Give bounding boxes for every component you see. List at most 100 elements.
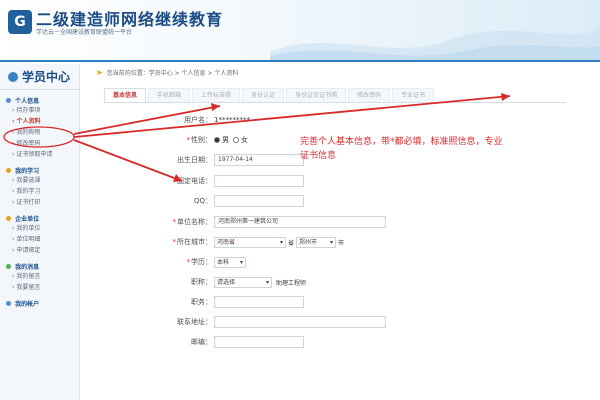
sidebar-item-label: 我的单位 <box>16 225 41 232</box>
city-label-text: 所在城市： <box>177 238 212 246</box>
section-bullet-icon <box>6 98 11 103</box>
section-bullet-icon <box>6 168 11 173</box>
qq-input[interactable] <box>214 195 304 207</box>
sidebar-item-my-company[interactable]: › 我的单位 <box>0 223 79 234</box>
title-select[interactable]: 请选择 ▾ <box>214 276 272 288</box>
user-icon <box>8 71 18 82</box>
section-bullet-icon <box>6 301 11 306</box>
sidebar-item-label: 个人资料 <box>16 118 41 125</box>
province-value: 河南省 <box>217 238 236 246</box>
sidebar-item-company-detail[interactable]: › 单位明细 <box>0 234 79 245</box>
sidebar-item-label: 证书打印 <box>16 199 41 206</box>
province-select[interactable]: 河南省 ▾ <box>214 236 286 248</box>
tab-basic-info[interactable]: 基本信息 <box>104 88 147 102</box>
row-postcode: 邮编： <box>104 333 566 351</box>
title-value: 请选择 <box>217 278 236 286</box>
row-position: 职务： <box>104 293 566 311</box>
tab-change-password[interactable]: 修改密码 <box>348 88 391 102</box>
logo: G <box>8 10 32 34</box>
address-label: 联系地址： <box>177 318 212 326</box>
gender-label: *性别： <box>186 136 213 144</box>
title-label: 职称： <box>191 278 212 286</box>
gender-female-radio[interactable]: 女 <box>233 135 248 145</box>
city-suffix: 市 <box>338 239 345 247</box>
section-bullet-icon <box>6 216 11 221</box>
tab-phone-email[interactable]: 手机邮箱 <box>148 88 191 102</box>
sidebar-item-certificate-apply[interactable]: › 证书领取申请 <box>0 149 79 160</box>
sidebar-section-personal[interactable]: 个人信息 <box>0 96 79 105</box>
sidebar-section-study[interactable]: 我的学习 <box>0 166 79 175</box>
site-subtitle: 学达云－全国建设教育联盟统一平台 <box>36 29 133 36</box>
sidebar-item-my-messages[interactable]: › 我的留言 <box>0 271 79 282</box>
sidebar-section-label: 我的帐户 <box>15 301 40 308</box>
position-input[interactable] <box>214 296 304 308</box>
birthdate-label: 出生日期： <box>177 156 212 164</box>
row-city: *所在城市： 河南省 ▾ 省 郑州市 ▾ 市 <box>104 233 566 251</box>
birthdate-input[interactable]: 1977-04-14 <box>214 154 304 166</box>
sidebar-section-label: 企业单位 <box>15 216 40 223</box>
sidebar-section-messages[interactable]: 我的消息 <box>0 262 79 271</box>
sidebar-item-label: 我的购物 <box>16 129 41 136</box>
address-input[interactable] <box>214 316 386 328</box>
row-education: *学历： 本科 ▾ <box>104 253 566 271</box>
title-extra: 助理工程师 <box>276 279 307 287</box>
site-header: G 二级建造师网络继续教育 学达云－全国建设教育联盟统一平台 <box>0 0 600 62</box>
sidebar-section-company[interactable]: 企业单位 <box>0 214 79 223</box>
sidebar-item-print-certificate[interactable]: › 证书打印 <box>0 197 79 208</box>
sidebar-item-label: 我要留言 <box>16 284 41 291</box>
phone-input[interactable] <box>214 175 304 187</box>
radio-checked-icon <box>214 137 220 143</box>
sidebar-section-label: 个人信息 <box>15 98 40 105</box>
qq-label: QQ： <box>193 197 212 205</box>
sidebar-item-leave-message[interactable]: › 我要留言 <box>0 282 79 293</box>
sidebar-item-choose-course[interactable]: › 我要选课 <box>0 175 79 186</box>
sidebar-item-bind-company[interactable]: › 申请绑定 <box>0 245 79 256</box>
postcode-input[interactable] <box>214 336 304 348</box>
city-select[interactable]: 郑州市 ▾ <box>296 236 337 248</box>
profile-tabs: 基本信息 手机邮箱 上传标准照 身份认证 身份证及证书照 修改密码 专业证书 <box>104 88 435 102</box>
gender-male-radio[interactable]: 男 <box>214 135 229 145</box>
sidebar-item-profile[interactable]: › 个人资料 <box>0 116 79 127</box>
education-label: *学历： <box>186 258 213 266</box>
company-label-text: 单位名称： <box>177 218 212 226</box>
sidebar-title-text: 学员中心 <box>22 70 71 84</box>
education-select[interactable]: 本科 ▾ <box>214 256 246 268</box>
tab-id-certificate-photo[interactable]: 身份证及证书照 <box>286 88 347 102</box>
sidebar-item-label: 单位明细 <box>16 236 41 243</box>
postcode-label: 邮编： <box>191 338 212 346</box>
section-bullet-icon <box>6 264 11 269</box>
position-label: 职务： <box>191 298 212 306</box>
row-company: *单位名称： 河南郑州第一建筑公司 <box>104 213 566 231</box>
row-title: 职称： 请选择 ▾ 助理工程师 <box>104 273 566 291</box>
row-qq: QQ： <box>104 192 566 210</box>
row-phone: 固定电话： <box>104 172 566 190</box>
sidebar-item-label: 证书领取申请 <box>16 151 53 158</box>
city-value: 郑州市 <box>299 238 318 246</box>
sidebar-item-password[interactable]: › 修改密码 <box>0 138 79 149</box>
tab-identity[interactable]: 身份认证 <box>242 88 285 102</box>
sidebar-item-label: 我要选课 <box>16 177 41 184</box>
sidebar-section-account[interactable]: 我的帐户 <box>0 299 79 308</box>
city-label: *所在城市： <box>172 238 213 246</box>
breadcrumb: ➤ 您当前的位置：学员中心 > 个人信息 > 个人资料 <box>96 68 238 77</box>
sidebar-title: 学员中心 <box>0 64 79 90</box>
sidebar-item-label: 我的留言 <box>16 273 41 280</box>
sidebar-item-label: 待办事项 <box>16 107 41 114</box>
chevron-down-icon: ▾ <box>279 238 283 246</box>
tab-professional-certificate[interactable]: 专业证书 <box>392 88 435 102</box>
gender-label-text: 性别： <box>191 136 212 144</box>
header-wave-decoration <box>270 30 600 60</box>
username-value: 1********* <box>214 116 250 124</box>
tab-upload-photo[interactable]: 上传标准照 <box>192 88 241 102</box>
gender-male-label: 男 <box>222 136 229 144</box>
location-icon: ➤ <box>96 68 103 77</box>
company-input[interactable]: 河南郑州第一建筑公司 <box>214 216 386 228</box>
province-suffix: 省 <box>288 239 295 247</box>
sidebar-item-orders[interactable]: › 我的购物 <box>0 127 79 138</box>
sidebar-item-my-study[interactable]: › 我的学习 <box>0 186 79 197</box>
main-content: ➤ 您当前的位置：学员中心 > 个人信息 > 个人资料 基本信息 手机邮箱 上传… <box>82 64 600 400</box>
row-username: 用户名： 1********* <box>104 111 566 129</box>
instruction-annotation: 完善个人基本信息，带*都必填，标准照信息，专业证书信息 <box>300 137 503 161</box>
sidebar-item-todo[interactable]: › 待办事项 <box>0 105 79 116</box>
radio-unchecked-icon <box>233 137 239 143</box>
